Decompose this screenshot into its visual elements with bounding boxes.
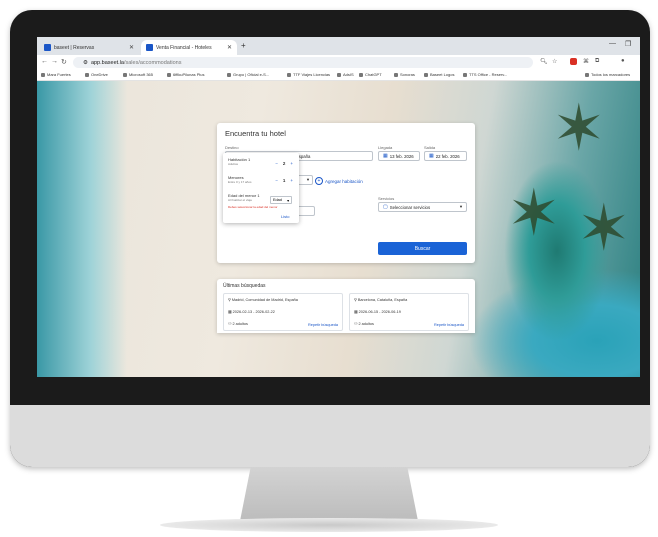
adults-stepper[interactable]: − 2 +: [275, 161, 293, 166]
bookmark-item[interactable]: TTS Office - Reserv...: [463, 72, 507, 77]
tab-reservas[interactable]: baseet | Reservas ✕: [39, 40, 139, 55]
chevron-down-icon: ▾: [459, 204, 462, 209]
palm-tree-decoration: ✶: [552, 92, 606, 164]
bookmark-item[interactable]: AdsIS: [337, 72, 354, 77]
monitor-base: [160, 518, 498, 532]
plus-icon[interactable]: +: [290, 178, 293, 183]
recent-dates: ▦ 2026-06-15 - 2026-06-19: [354, 310, 401, 314]
child-age-select[interactable]: Edad ▾: [270, 196, 292, 204]
checkout-date-input[interactable]: ▦ 22 feb. 2026: [424, 151, 467, 161]
child-age-row: Edad del menor 1 Al finalizar el viaje: [228, 193, 260, 202]
bookmark-item[interactable]: ChatGPT: [359, 72, 382, 77]
bookmark-item[interactable]: OneDrive: [85, 72, 108, 77]
new-tab-button[interactable]: +: [241, 41, 246, 50]
chevron-down-icon: ▾: [287, 198, 289, 203]
star-icon[interactable]: ☆: [552, 58, 557, 65]
plus-icon[interactable]: +: [290, 161, 293, 166]
palm-tree-decoration: ✶: [577, 192, 631, 264]
children-row: Menores Entre 0 y 17 años: [228, 175, 252, 184]
recent-guests: ⚇ 2 adultos: [354, 322, 374, 326]
monitor-stand: [240, 467, 418, 521]
recent-place: ⚲ Barcelona, Cataluña, España: [354, 298, 408, 302]
browser-toolbar: ← → ↻ ⚙ app.baseet.la/sales/accommodatio…: [37, 55, 640, 70]
folder-icon: [585, 72, 589, 77]
chevron-down-icon: ▾: [306, 177, 309, 182]
popup-title: Habitación 1 Adultos: [228, 157, 251, 166]
screen: baseet | Reservas ✕ Venta Financial - Ho…: [37, 37, 640, 377]
age-error-message: Debes seleccionar la edad del menor: [228, 205, 278, 209]
recent-searches-title: Últimas búsquedas: [223, 283, 266, 289]
guests-popup: Habitación 1 Adultos − 2 + Menores Entre…: [223, 153, 299, 223]
site-info-icon[interactable]: ⚙: [83, 60, 88, 66]
bookmark-item[interactable]: Sonoras: [394, 72, 415, 77]
destination-label: Destino: [225, 145, 239, 150]
close-tab-icon[interactable]: ✕: [129, 44, 134, 51]
minus-icon[interactable]: −: [275, 178, 278, 183]
children-stepper[interactable]: − 1 +: [275, 178, 293, 183]
bookmark-icon: [424, 72, 428, 77]
recent-dates: ▦ 2026-02-13 - 2026-02-22: [228, 310, 275, 314]
recent-search-card: ⚲ Madrid, Comunidad de Madrid, España ▦ …: [223, 293, 343, 331]
recent-searches: Últimas búsquedas ⚲ Madrid, Comunidad de…: [217, 279, 475, 333]
bookmark-item[interactable]: Mara Fuertes: [41, 72, 71, 77]
bookmark-icon: [227, 72, 231, 77]
minus-icon[interactable]: −: [275, 161, 278, 166]
forward-icon[interactable]: →: [51, 58, 58, 65]
bookmark-icon: [394, 72, 398, 77]
recent-place: ⚲ Madrid, Comunidad de Madrid, España: [228, 298, 298, 302]
services-icon: ▢: [383, 204, 388, 210]
extension-badge-icon[interactable]: [570, 58, 577, 67]
checkin-label: Llegada: [378, 145, 393, 150]
minimize-icon[interactable]: —: [609, 40, 616, 47]
close-tab-icon[interactable]: ✕: [227, 44, 232, 51]
page-title: Encuentra tu hotel: [225, 129, 286, 138]
bookmark-icon: [85, 72, 89, 77]
bookmark-icon: [41, 72, 45, 77]
favicon-icon: [44, 44, 51, 51]
profile-avatar-icon[interactable]: ●: [621, 58, 625, 64]
palm-tree-decoration: ✶: [507, 177, 561, 249]
beach-water-decoration: [37, 81, 127, 377]
bookmark-item[interactable]: Baseet Logos: [424, 72, 454, 77]
bookmarks-bar: Mara Fuertes OneDrive Microsoft 365 6ffi…: [37, 70, 640, 81]
checkin-date-input[interactable]: ▦ 13 feb. 2026: [378, 151, 420, 161]
repeat-search-button[interactable]: Repetir búsqueda: [308, 323, 338, 327]
add-room-button[interactable]: + Agregar habitación: [315, 177, 363, 185]
checkout-label: Salida: [424, 145, 436, 150]
reload-icon[interactable]: ↻: [61, 58, 67, 66]
bookmark-icon: [463, 72, 467, 77]
search-icon[interactable]: 🔍︎: [540, 58, 548, 65]
bookmark-item[interactable]: Microsoft 365: [123, 72, 153, 77]
services-label: Servicios: [378, 196, 395, 201]
extensions-icon[interactable]: ⧉: [595, 58, 599, 65]
calendar-icon: ▦: [383, 153, 388, 159]
calendar-icon: ▦: [429, 153, 434, 159]
bookmark-icon: [359, 72, 363, 77]
maximize-icon[interactable]: ❐: [625, 40, 631, 48]
monitor-chin: [10, 405, 650, 467]
bookmark-item[interactable]: 6ffikuPilunas Plus: [167, 72, 205, 77]
all-bookmarks[interactable]: Todos los marcadores: [585, 72, 630, 77]
bookmark-icon: [123, 72, 127, 77]
favicon-icon: [146, 44, 153, 51]
plus-circle-icon: +: [315, 177, 323, 185]
repeat-search-button[interactable]: Repetir búsqueda: [434, 323, 464, 327]
bookmark-icon: [337, 72, 341, 77]
bookmark-item[interactable]: Grupo | Oficial e-S...: [227, 72, 269, 77]
services-select[interactable]: ▢ Seleccionar servicios ▾: [378, 202, 467, 212]
bookmark-icon: [167, 72, 171, 77]
bookmark-icon: [287, 72, 291, 77]
recent-search-card: ⚲ Barcelona, Cataluña, España ▦ 2026-06-…: [349, 293, 469, 331]
recent-guests: ⚇ 2 adultos: [228, 322, 248, 326]
done-button[interactable]: Listo: [281, 214, 289, 219]
bookmark-item[interactable]: TTF Viajes Licencias: [287, 72, 330, 77]
address-bar[interactable]: ⚙ app.baseet.la/sales/accommodations: [73, 57, 533, 68]
tab-bar: baseet | Reservas ✕ Venta Financial - Ho…: [37, 37, 640, 55]
back-icon[interactable]: ←: [41, 58, 48, 65]
tab-hoteles[interactable]: Venta Financial - Hoteles ✕: [141, 40, 237, 55]
translate-icon[interactable]: ⌘: [583, 58, 589, 65]
search-button[interactable]: Buscar: [378, 242, 467, 255]
